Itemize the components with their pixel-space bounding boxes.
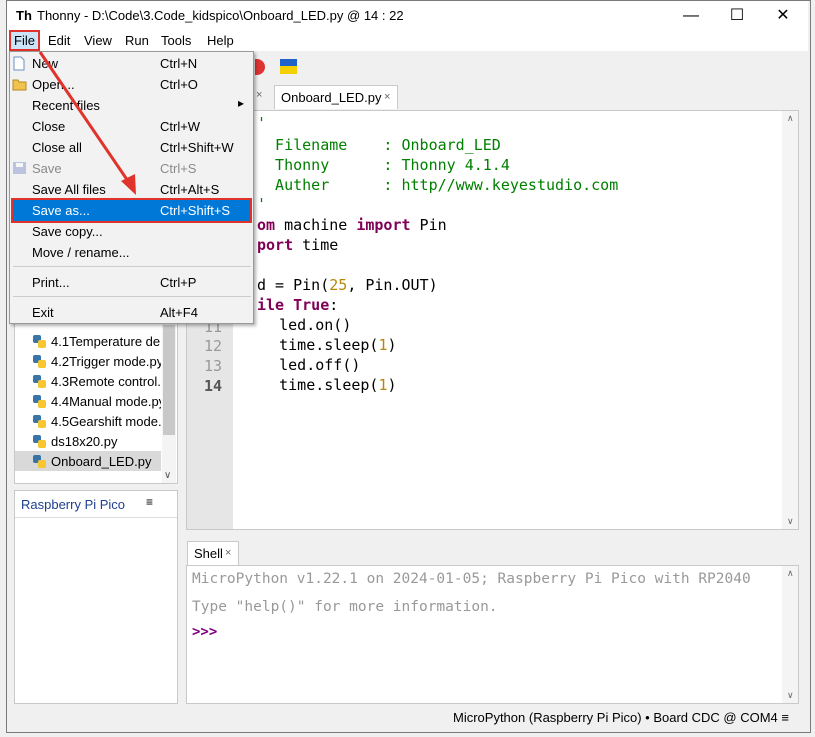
annotation-arrow (38, 51, 136, 195)
